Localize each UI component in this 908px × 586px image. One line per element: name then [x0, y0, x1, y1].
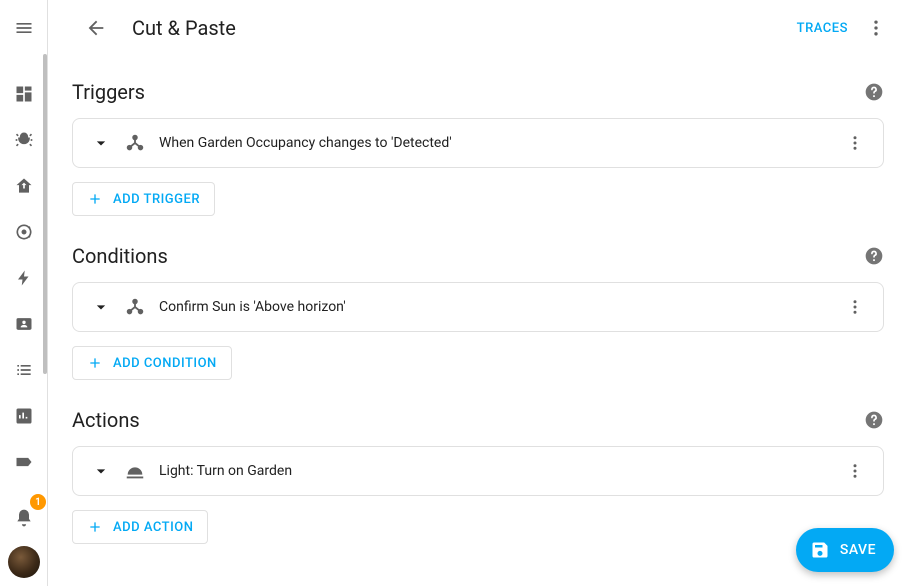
more-vert-icon — [846, 462, 864, 480]
actions-section: Actions Light: Turn on Garden ADD ACTION — [72, 408, 884, 544]
help-icon — [864, 246, 884, 266]
condition-card[interactable]: Confirm Sun is 'Above horizon' — [72, 282, 884, 332]
expand-condition[interactable] — [85, 291, 117, 323]
trigger-type-icon — [121, 129, 149, 157]
triggers-title: Triggers — [72, 80, 864, 104]
plus-icon — [87, 355, 103, 371]
add-action-button[interactable]: ADD ACTION — [72, 510, 208, 544]
user-avatar[interactable] — [8, 546, 40, 578]
chevron-down-icon — [91, 133, 111, 153]
menu-toggle[interactable] — [4, 8, 44, 48]
action-card[interactable]: Light: Turn on Garden — [72, 446, 884, 496]
chevron-down-icon — [91, 461, 111, 481]
sidebar-item-debug[interactable] — [4, 120, 44, 160]
person-card-icon — [14, 314, 34, 334]
chevron-down-icon — [91, 297, 111, 317]
page-title: Cut & Paste — [132, 16, 236, 40]
add-condition-button[interactable]: ADD CONDITION — [72, 346, 232, 380]
help-icon — [864, 410, 884, 430]
trigger-card[interactable]: When Garden Occupancy changes to 'Detect… — [72, 118, 884, 168]
expand-action[interactable] — [85, 455, 117, 487]
more-vert-icon — [866, 18, 886, 38]
plus-icon — [87, 519, 103, 535]
condition-summary: Confirm Sun is 'Above horizon' — [159, 299, 839, 315]
arrow-left-icon — [85, 17, 107, 39]
plus-icon — [87, 191, 103, 207]
sidebar-item-ai[interactable] — [4, 212, 44, 252]
conditions-help[interactable] — [864, 246, 884, 266]
sidebar-item-people[interactable] — [4, 304, 44, 344]
chart-box-icon — [14, 406, 34, 426]
action-more-button[interactable] — [839, 455, 871, 487]
trigger-more-button[interactable] — [839, 127, 871, 159]
save-icon — [810, 540, 830, 560]
help-icon — [864, 82, 884, 102]
home-up-icon — [14, 176, 34, 196]
sidebar-item-dashboard[interactable] — [4, 74, 44, 114]
back-button[interactable] — [76, 8, 116, 48]
expand-trigger[interactable] — [85, 127, 117, 159]
main-content: Triggers When Garden Occupancy changes t… — [48, 56, 908, 586]
dashboard-icon — [14, 84, 34, 104]
conditions-section: Conditions Confirm Sun is 'Above horizon… — [72, 244, 884, 380]
topbar: Cut & Paste TRACES — [48, 0, 908, 56]
more-vert-icon — [846, 298, 864, 316]
sidebar-item-energy[interactable] — [4, 258, 44, 298]
triggers-section: Triggers When Garden Occupancy changes t… — [72, 80, 884, 216]
flash-icon — [15, 269, 33, 287]
sidebar-item-label[interactable] — [4, 442, 44, 482]
conditions-title: Conditions — [72, 244, 864, 268]
bug-icon — [14, 130, 34, 150]
brain-gear-icon — [14, 222, 34, 242]
sidebar: 1 — [0, 0, 48, 586]
sidebar-item-stats[interactable] — [4, 396, 44, 436]
more-vert-icon — [846, 134, 864, 152]
action-summary: Light: Turn on Garden — [159, 463, 839, 479]
page-more-button[interactable] — [856, 8, 896, 48]
state-node-icon — [124, 296, 146, 318]
add-trigger-label: ADD TRIGGER — [113, 192, 200, 207]
save-label: SAVE — [840, 542, 876, 558]
trigger-summary: When Garden Occupancy changes to 'Detect… — [159, 135, 839, 151]
dome-icon — [124, 460, 146, 482]
state-node-icon — [124, 132, 146, 154]
sidebar-scrollbar[interactable] — [43, 54, 47, 374]
notification-badge: 1 — [30, 494, 46, 510]
triggers-help[interactable] — [864, 82, 884, 102]
notifications-button[interactable]: 1 — [4, 498, 44, 538]
sidebar-item-home[interactable] — [4, 166, 44, 206]
tag-icon — [14, 452, 34, 472]
condition-more-button[interactable] — [839, 291, 871, 323]
bell-icon — [14, 508, 34, 528]
sidebar-item-list[interactable] — [4, 350, 44, 390]
actions-title: Actions — [72, 408, 864, 432]
condition-type-icon — [121, 293, 149, 321]
add-trigger-button[interactable]: ADD TRIGGER — [72, 182, 215, 216]
menu-icon — [14, 18, 34, 38]
traces-link[interactable]: TRACES — [797, 21, 848, 36]
list-icon — [14, 360, 34, 380]
add-action-label: ADD ACTION — [113, 520, 193, 535]
actions-help[interactable] — [864, 410, 884, 430]
add-condition-label: ADD CONDITION — [113, 356, 217, 371]
action-type-icon — [121, 457, 149, 485]
save-button[interactable]: SAVE — [796, 528, 894, 572]
